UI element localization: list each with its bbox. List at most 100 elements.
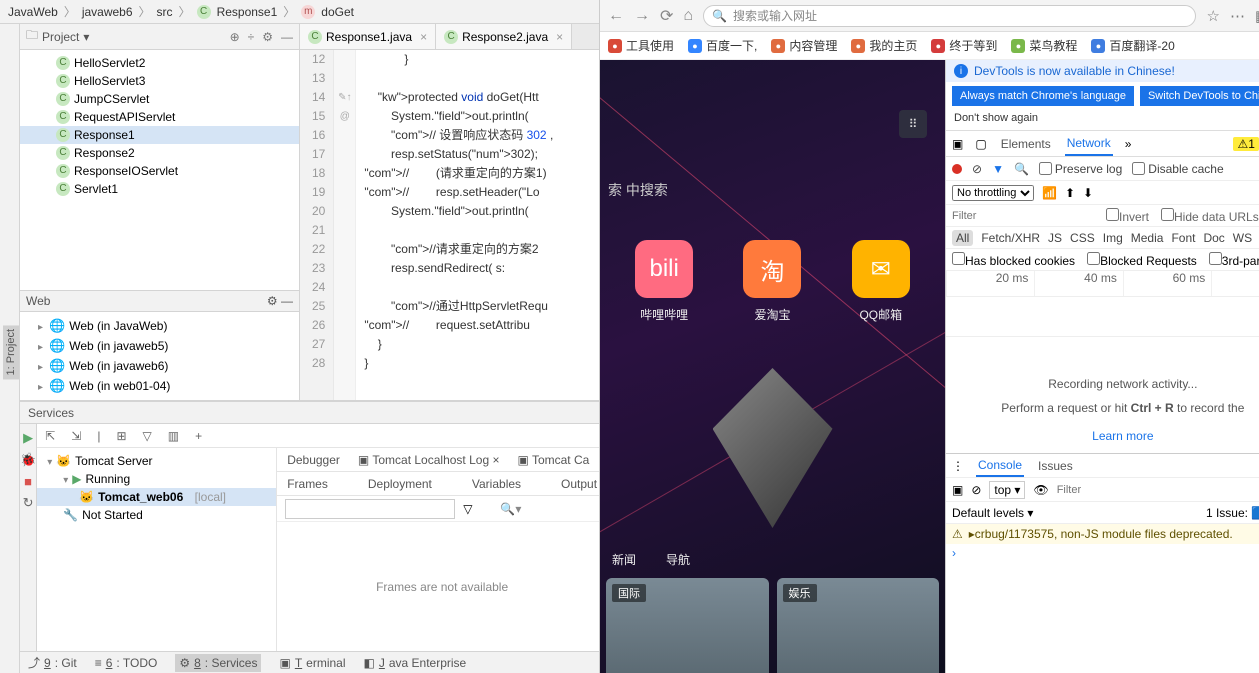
app-tile[interactable]: ✉QQ邮箱 <box>852 240 910 323</box>
clear-console-icon[interactable]: ⊘ <box>971 483 981 497</box>
editor-tab[interactable]: CResponse1.java× <box>300 24 436 49</box>
status-item[interactable]: ◧Java Enterprise <box>364 656 467 670</box>
console-filter-input[interactable] <box>1057 484 1259 496</box>
status-item[interactable]: ▣Terminal <box>279 656 345 670</box>
tree-node[interactable]: CResponse1 <box>20 126 299 144</box>
debug-icon[interactable]: 🐞 <box>20 452 36 468</box>
download-icon[interactable]: ⬇ <box>1083 186 1093 200</box>
console-sidebar-icon[interactable]: ▣ <box>952 483 963 497</box>
svc-sub-frames[interactable]: Frames <box>287 477 328 491</box>
filter-icon[interactable]: ▽ <box>143 429 152 443</box>
inspect-icon[interactable]: ▣ <box>952 137 963 151</box>
close-icon[interactable]: × <box>556 30 563 44</box>
status-item[interactable]: ≡6: TODO <box>95 656 158 670</box>
crumb[interactable]: src <box>157 5 173 19</box>
type-filter[interactable]: JS <box>1048 231 1062 245</box>
bookmark[interactable]: ●终于等到 <box>931 37 997 54</box>
blocked-req-checkbox[interactable]: Blocked Requests <box>1087 252 1197 268</box>
svc-tab-cat[interactable]: ▣ Tomcat Ca <box>517 453 589 467</box>
network-timeline[interactable]: 20 ms40 ms60 ms80 ms <box>946 271 1259 297</box>
app-tile[interactable]: 淘爱淘宝 <box>743 240 801 323</box>
levels-select[interactable]: Default levels ▾ <box>952 506 1033 520</box>
hide-icon[interactable]: — <box>281 30 293 44</box>
hide-data-checkbox[interactable]: Hide data URLs <box>1161 208 1259 224</box>
bookmark[interactable]: ●百度翻译-20 <box>1091 37 1174 54</box>
warning-badge[interactable]: ⚠1 <box>1233 137 1258 151</box>
tree-node[interactable]: CServlet1 <box>20 180 299 198</box>
third-party-checkbox[interactable]: 3rd-party req <box>1209 252 1259 268</box>
tree-node[interactable]: CHelloServlet3 <box>20 72 299 90</box>
tree-node[interactable]: CJumpCServlet <box>20 90 299 108</box>
address-bar[interactable]: 🔍 搜索或输入网址 <box>703 5 1196 27</box>
dont-show-again[interactable]: Don't show again <box>946 110 1259 131</box>
tab-elements[interactable]: Elements <box>999 133 1053 155</box>
upload-icon[interactable]: ⬆ <box>1065 186 1075 200</box>
svc-sub-deploy[interactable]: Deployment <box>368 477 432 491</box>
type-filter[interactable]: Img <box>1103 231 1123 245</box>
bookmark[interactable]: ●菜鸟教程 <box>1011 37 1077 54</box>
more-tabs-icon[interactable]: » <box>1125 137 1132 151</box>
tree-node[interactable]: CRequestAPIServlet <box>20 108 299 126</box>
news-card[interactable]: 娱乐 <box>777 578 940 673</box>
bookmark[interactable]: ●我的主页 <box>851 37 917 54</box>
crumb[interactable]: doGet <box>321 5 354 19</box>
filter-toggle-icon[interactable]: ▼ <box>992 162 1004 176</box>
code-editor[interactable]: 1213141516171819202122232425262728 ✎↑ @ … <box>300 50 599 400</box>
type-filter[interactable]: Media <box>1131 231 1164 245</box>
svc-tab-debugger[interactable]: Debugger <box>287 453 340 467</box>
svc-sub-output[interactable]: Output <box>561 477 597 491</box>
type-filter[interactable]: WS <box>1233 231 1252 245</box>
switch-lang-button[interactable]: Switch DevTools to Chines <box>1140 86 1259 106</box>
browser-page[interactable]: ⠿ 索 中搜索 bili哔哩哔哩淘爱淘宝✉QQ邮箱 新闻 导航 国际 娱乐 <box>600 60 945 673</box>
eye-icon[interactable]: 👁 <box>1033 483 1048 497</box>
add-icon[interactable]: + <box>195 429 202 443</box>
expand-icon[interactable]: ⇱ <box>45 429 55 443</box>
tab-network[interactable]: Network <box>1065 132 1113 156</box>
target-icon[interactable]: ⊕ <box>230 30 240 44</box>
svc-sub-vars[interactable]: Variables <box>472 477 521 491</box>
services-tree[interactable]: 🐱Tomcat Server ▶Running 🐱Tomcat_web06 [l… <box>37 448 277 651</box>
collapse-icon[interactable]: ⇲ <box>71 429 81 443</box>
frames-selector[interactable] <box>285 499 455 519</box>
tree-node[interactable]: CResponseIOServlet <box>20 162 299 180</box>
device-icon[interactable]: ▢ <box>975 137 986 151</box>
forward-icon[interactable]: → <box>634 7 650 25</box>
reload-icon[interactable]: ⟳ <box>660 6 673 26</box>
gutter-tab-project[interactable]: 1: Project <box>3 325 19 379</box>
web-node[interactable]: 🌐Web (in web01-04) <box>20 376 299 396</box>
type-filter[interactable]: Font <box>1171 231 1195 245</box>
collapse-icon[interactable]: ÷ <box>248 30 255 44</box>
network-filter-input[interactable] <box>952 210 1094 222</box>
blocked-cookies-checkbox[interactable]: Has blocked cookies <box>952 252 1075 268</box>
web-node[interactable]: 🌐Web (in JavaWeb) <box>20 316 299 336</box>
apps-grid-icon[interactable]: ⠿ <box>899 110 927 138</box>
context-select[interactable]: top ▾ <box>989 481 1025 499</box>
run-icon[interactable]: ▶ <box>23 430 33 446</box>
apps-icon[interactable]: ▦ <box>1255 7 1259 25</box>
star-icon[interactable]: ☆ <box>1206 7 1219 25</box>
clear-icon[interactable]: ⊘ <box>972 162 982 176</box>
record-icon[interactable] <box>952 164 962 174</box>
back-icon[interactable]: ← <box>608 7 624 25</box>
type-filter[interactable]: All <box>952 230 973 246</box>
rerun-icon[interactable]: ↻ <box>23 495 34 511</box>
home-icon[interactable]: ⌂ <box>683 7 693 25</box>
wifi-icon[interactable]: 📶 <box>1042 186 1057 200</box>
type-filter[interactable]: CSS <box>1070 231 1095 245</box>
web-node[interactable]: 🌐Web (in javaweb6) <box>20 356 299 376</box>
bookmark[interactable]: ●内容管理 <box>771 37 837 54</box>
console-menu-icon[interactable]: ⋮ <box>952 459 964 473</box>
type-filter[interactable]: Doc <box>1203 231 1224 245</box>
learn-more-link[interactable]: Learn more <box>1092 429 1153 443</box>
filter-icon[interactable]: ▽ <box>463 502 472 516</box>
settings-icon[interactable]: ⚙ <box>262 30 273 44</box>
menu-icon[interactable]: ⋯ <box>1230 7 1245 25</box>
project-tree[interactable]: CHelloServlet2CHelloServlet3CJumpCServle… <box>20 50 299 290</box>
crumb[interactable]: JavaWeb <box>8 5 58 19</box>
tree-icon[interactable]: ⊞ <box>116 429 126 443</box>
search-icon[interactable]: 🔍 <box>1014 162 1029 176</box>
bookmark[interactable]: ●工具使用 <box>608 37 674 54</box>
tree-node[interactable]: CHelloServlet2 <box>20 54 299 72</box>
editor-tab[interactable]: CResponse2.java× <box>436 24 572 49</box>
page-nav-news[interactable]: 新闻 <box>612 551 636 568</box>
